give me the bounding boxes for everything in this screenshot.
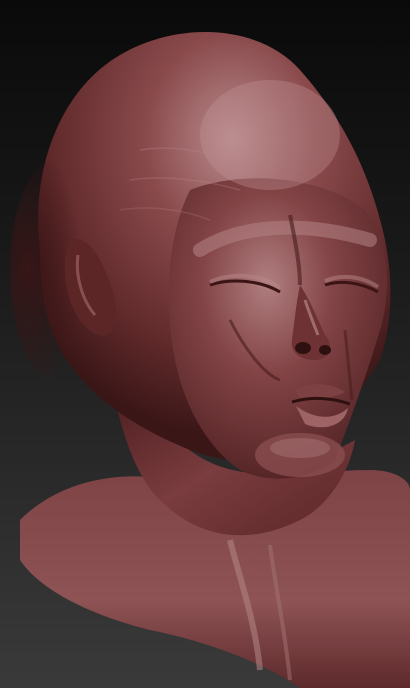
sculpt-viewport[interactable] [0,0,410,688]
sculpted-bust-render [10,32,410,688]
